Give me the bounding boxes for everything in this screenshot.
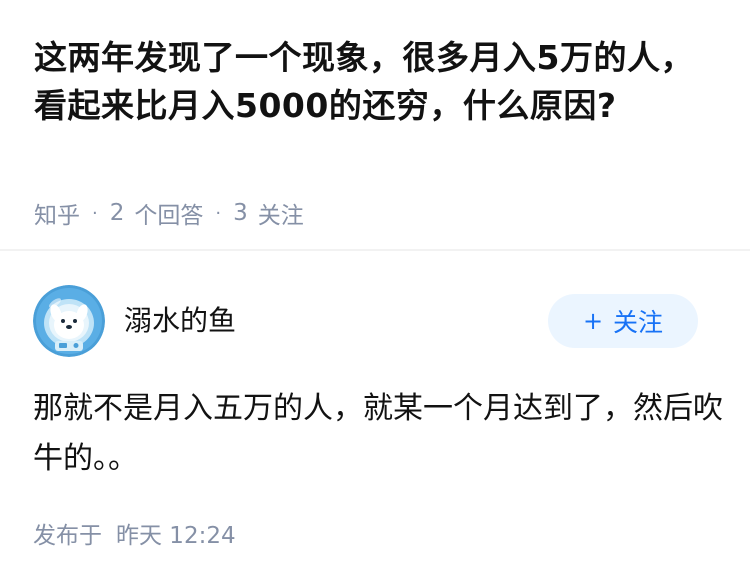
follow-label: 关注 — [613, 308, 664, 337]
follow-button[interactable]: + 关注 — [548, 294, 698, 348]
followers-count[interactable]: 3 — [233, 200, 248, 226]
publish-info: 发布于 昨天 12:24 — [33, 516, 236, 550]
answer-card: 溺水的鱼 + 关注 那就不是月入五万的人，就某一个月达到了，然后吹牛的。。 发布… — [0, 251, 750, 582]
author-name[interactable]: 溺水的鱼 — [124, 299, 236, 339]
answers-count[interactable]: 2 — [110, 200, 125, 226]
astronaut-dog-avatar-icon — [33, 285, 105, 357]
answer-content[interactable]: 那就不是月入五万的人，就某一个月达到了，然后吹牛的。。 — [33, 384, 723, 484]
question-meta: 知乎 · 2 个回答 · 3 关注 — [34, 196, 304, 230]
answers-label[interactable]: 个回答 — [134, 196, 203, 230]
meta-separator: · — [92, 202, 98, 224]
question-title[interactable]: 这两年发现了一个现象，很多月入5万的人，看起来比月入5000的还穷，什么原因? — [34, 34, 694, 130]
plus-icon: + — [582, 307, 604, 335]
published-time: 昨天 12:24 — [116, 523, 236, 549]
published-label: 发布于 — [33, 523, 102, 549]
avatar[interactable] — [33, 285, 105, 357]
meta-separator: · — [215, 202, 222, 224]
source-label[interactable]: 知乎 — [34, 196, 80, 230]
followers-label[interactable]: 关注 — [258, 196, 304, 230]
question-header: 这两年发现了一个现象，很多月入5万的人，看起来比月入5000的还穷，什么原因? … — [0, 0, 750, 250]
